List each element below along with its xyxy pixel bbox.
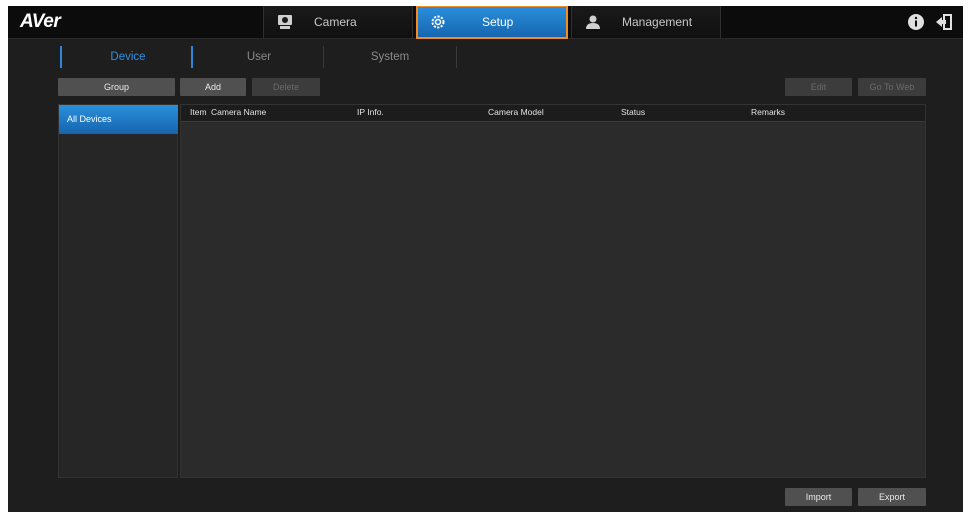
column-header-status[interactable]: Status (621, 105, 645, 120)
app-window: AVer Camera Setup Management Device User… (8, 6, 963, 512)
gear-icon (431, 15, 445, 29)
tab-management[interactable]: Management (571, 6, 721, 38)
column-header-camera-model[interactable]: Camera Model (488, 105, 544, 120)
info-icon[interactable] (907, 13, 925, 31)
column-header-ip-info[interactable]: IP Info. (357, 105, 384, 120)
user-icon (586, 15, 600, 29)
top-right-icons (901, 13, 953, 31)
export-button[interactable]: Export (858, 488, 926, 506)
tree-item-all-devices[interactable]: All Devices (59, 105, 178, 134)
go-to-web-button[interactable]: Go To Web (858, 78, 926, 96)
tab-camera-label: Camera (314, 15, 357, 29)
subtab-divider (456, 46, 457, 68)
tab-camera[interactable]: Camera (263, 6, 413, 38)
edit-button[interactable]: Edit (785, 78, 852, 96)
column-header-camera-name[interactable]: Camera Name (211, 105, 266, 120)
aver-logo: AVer (20, 11, 61, 32)
device-tree-panel: All Devices (58, 104, 178, 478)
subtab-user[interactable]: User (193, 44, 325, 70)
add-button[interactable]: Add (180, 78, 246, 96)
logout-icon[interactable] (935, 13, 953, 31)
table-header: Item Camera Name IP Info. Camera Model S… (181, 105, 925, 122)
table-body[interactable] (181, 122, 925, 477)
device-table: Item Camera Name IP Info. Camera Model S… (180, 104, 926, 478)
tab-management-label: Management (622, 15, 693, 29)
tab-setup[interactable]: Setup (416, 6, 568, 39)
camera-icon (278, 15, 292, 29)
tab-setup-label: Setup (482, 15, 514, 29)
subtab-device[interactable]: Device (62, 44, 194, 70)
delete-button[interactable]: Delete (252, 78, 320, 96)
subtab-system[interactable]: System (324, 44, 456, 70)
group-button[interactable]: Group (58, 78, 175, 96)
column-header-remarks[interactable]: Remarks (751, 105, 785, 120)
import-button[interactable]: Import (785, 488, 852, 506)
column-header-item[interactable]: Item (190, 105, 207, 120)
top-bar: AVer Camera Setup Management (8, 6, 963, 39)
